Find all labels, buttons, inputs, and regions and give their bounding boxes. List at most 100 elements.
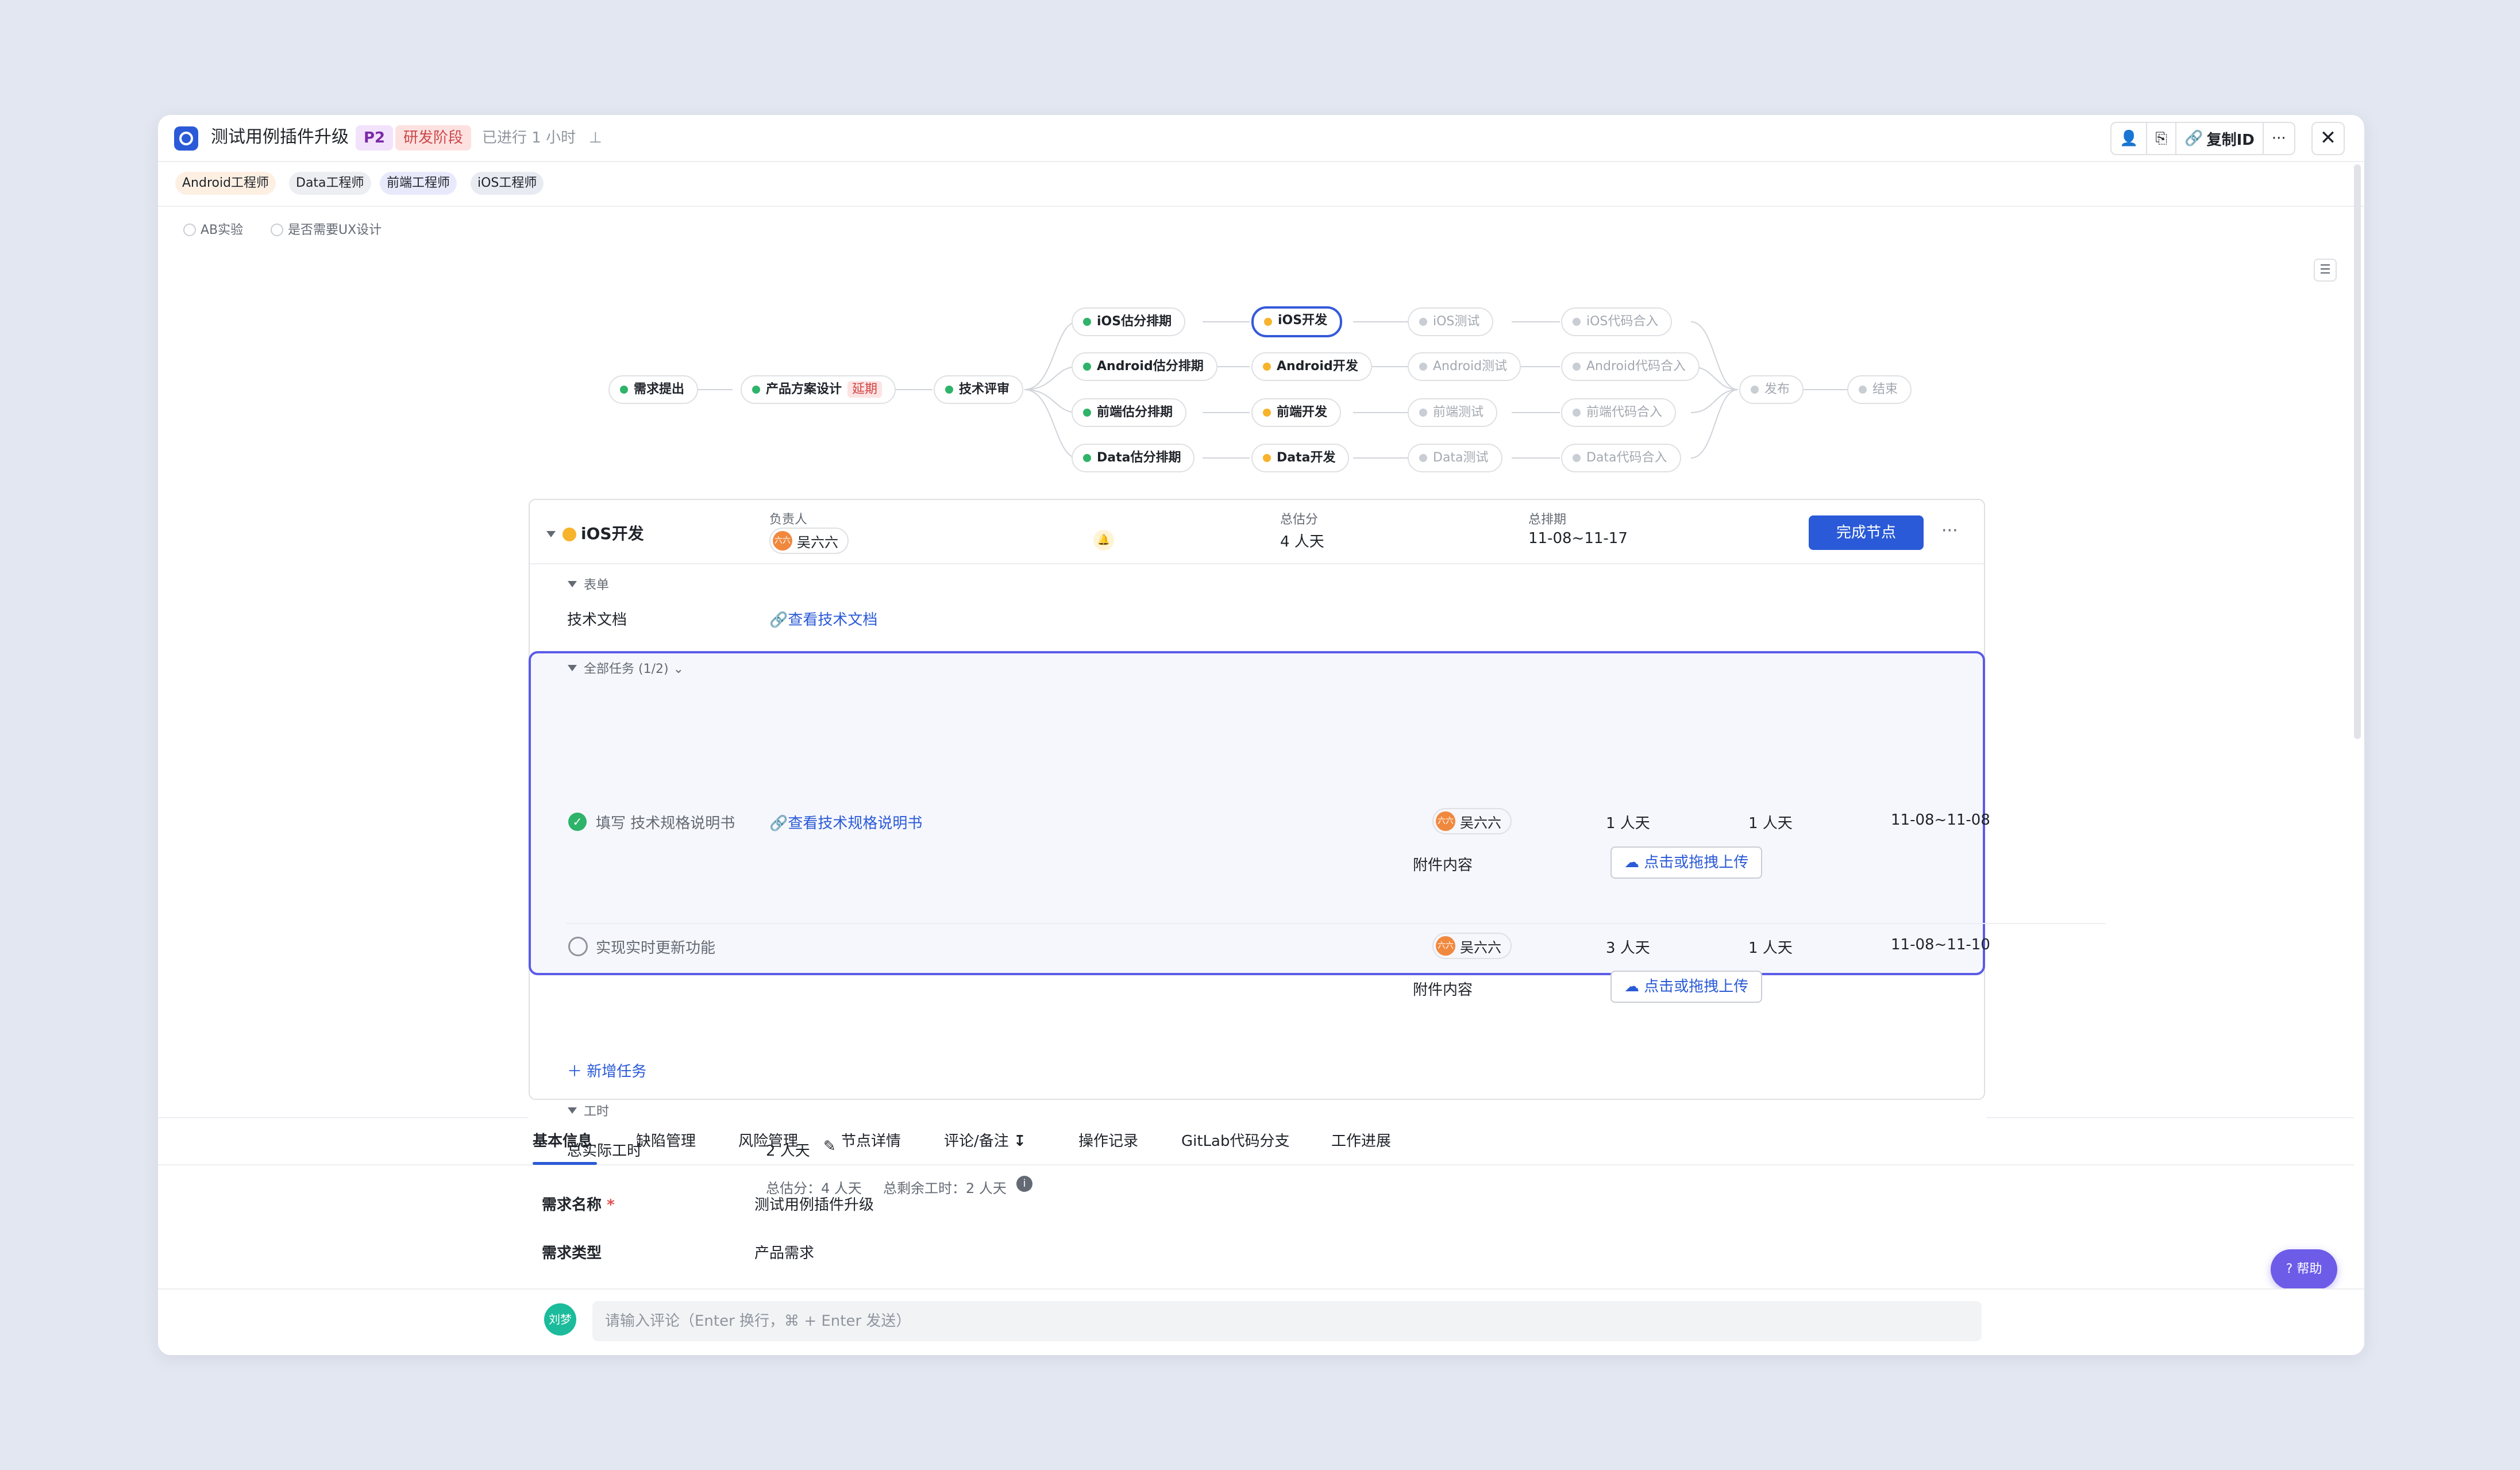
status-dot: [562, 528, 576, 541]
field-label: 需求名称: [542, 1196, 602, 1214]
flow-node-android-estimate[interactable]: Android估分排期: [1072, 352, 1217, 381]
task-owner-chip[interactable]: 六六 吴六六: [1432, 933, 1512, 959]
flow-node-data-merge[interactable]: Data代码合入: [1561, 444, 1681, 472]
node-more-button[interactable]: ···: [1941, 521, 1958, 541]
task-todo-check-icon[interactable]: [568, 937, 588, 956]
flow-node-frontend-estimate[interactable]: 前端估分排期: [1072, 398, 1187, 427]
tab-gitlab-branch[interactable]: GitLab代码分支: [1181, 1129, 1290, 1154]
complete-node-button[interactable]: 完成节点: [1809, 515, 1924, 550]
upload-button[interactable]: ☁ 点击或拖拽上传: [1610, 971, 1763, 1003]
comment-input[interactable]: 请输入评论（Enter 换行，⌘ + Enter 发送）: [592, 1301, 1982, 1341]
flow-node-ios-merge[interactable]: iOS代码合入: [1561, 307, 1673, 336]
tech-doc-link[interactable]: 🔗查看技术文档: [769, 608, 877, 629]
tab-comments-label: 评论/备注: [944, 1133, 1009, 1150]
flow-node-data-estimate[interactable]: Data估分排期: [1072, 444, 1195, 472]
owner-chip[interactable]: 六六 吴六六: [769, 528, 849, 554]
user-avatar: 刘梦: [544, 1303, 576, 1336]
status-bell-icon[interactable]: 🔔: [1093, 530, 1114, 551]
plus-icon: ＋: [567, 1063, 583, 1080]
required-mark: *: [607, 1196, 615, 1214]
info-icon[interactable]: i: [1016, 1176, 1032, 1192]
flow-node-data-test[interactable]: Data测试: [1408, 444, 1502, 472]
chevron-down-icon: ⌄: [673, 662, 684, 676]
help-button[interactable]: ? 帮助: [2271, 1249, 2337, 1290]
flow-node-tech-review[interactable]: 技术评审: [934, 375, 1024, 404]
task-actual: 1 人天: [1748, 815, 1793, 832]
upload-label: 点击或拖拽上传: [1644, 854, 1749, 871]
task-actual: 1 人天: [1748, 940, 1793, 957]
tab-defects[interactable]: 缺陷管理: [636, 1129, 696, 1154]
tab-risks[interactable]: 风险管理: [738, 1129, 798, 1154]
task-owner-chip[interactable]: 六六 吴六六: [1432, 808, 1512, 834]
scrollbar[interactable]: [2354, 164, 2361, 739]
caret-icon: [568, 665, 577, 671]
tab-node-details[interactable]: 节点详情: [841, 1129, 901, 1154]
task-title[interactable]: 实现实时更新功能: [596, 936, 715, 957]
cloud-upload-icon: ☁: [1624, 854, 1639, 871]
tech-doc-link-text: 查看技术文档: [788, 611, 878, 629]
tab-progress[interactable]: 工作进展: [1331, 1129, 1391, 1154]
tasks-section-toggle[interactable]: 全部任务 (1/2) ⌄: [568, 659, 684, 677]
task-date-range: 11-08~11-10: [1891, 936, 1990, 953]
panel-divider: [530, 563, 1984, 564]
flow-node-release[interactable]: 发布: [1739, 375, 1804, 404]
task-spec-link[interactable]: 🔗查看技术规格说明书: [769, 811, 922, 833]
right-divider: [1986, 1117, 2354, 1118]
caret-icon: [568, 1107, 577, 1114]
hours-section-label: 工时: [584, 1105, 610, 1119]
add-task-label: 新增任务: [587, 1063, 647, 1080]
flow-node-android-test[interactable]: Android测试: [1408, 352, 1521, 381]
field-value-name[interactable]: 测试用例插件升级: [754, 1193, 874, 1214]
task-done-check-icon[interactable]: ✓: [568, 813, 587, 831]
upload-label: 点击或拖拽上传: [1644, 978, 1749, 995]
tasks-section-label: 全部任务 (1/2): [584, 662, 669, 676]
flow-node-data-dev[interactable]: Data开发: [1251, 444, 1350, 472]
flow-node-android-dev[interactable]: Android开发: [1251, 352, 1372, 381]
upload-button[interactable]: ☁ 点击或拖拽上传: [1610, 846, 1763, 879]
field-value-type[interactable]: 产品需求: [754, 1241, 814, 1263]
form-section-label: 表单: [584, 578, 610, 592]
flow-node-frontend-test[interactable]: 前端测试: [1408, 398, 1498, 427]
hours-section-toggle[interactable]: 工时: [568, 1101, 609, 1119]
avatar: 六六: [1436, 811, 1455, 831]
help-label: 帮助: [2296, 1262, 2322, 1276]
field-label-type: 需求类型: [542, 1245, 602, 1262]
flow-node-label: 产品方案设计: [766, 382, 842, 397]
avatar: 六六: [1436, 936, 1455, 956]
flow-node-end[interactable]: 结束: [1847, 375, 1912, 404]
flow-node-product-design[interactable]: 产品方案设计 延期: [741, 375, 896, 404]
estimate-value: 4 人天: [1280, 533, 1324, 551]
add-task-button[interactable]: ＋ 新增任务: [567, 1060, 646, 1081]
collapse-caret-icon[interactable]: [546, 531, 556, 537]
tab-comments[interactable]: 评论/备注 ↧: [944, 1129, 1026, 1154]
task-owner-name: 吴六六: [1460, 814, 1501, 831]
late-badge: 延期: [847, 381, 883, 398]
caret-icon: [568, 581, 577, 587]
flow-node-requirement[interactable]: 需求提出: [608, 375, 699, 404]
flow-node-ios-dev[interactable]: iOS开发: [1251, 306, 1343, 337]
form-section-toggle[interactable]: 表单: [568, 575, 609, 593]
help-icon: ?: [2286, 1262, 2293, 1276]
task-estimate: 1 人天: [1606, 815, 1650, 832]
node-detail-title[interactable]: iOS开发: [546, 524, 644, 544]
task-estimate: 3 人天: [1606, 940, 1650, 957]
flow-node-android-merge[interactable]: Android代码合入: [1561, 352, 1700, 381]
avatar: 六六: [773, 531, 792, 551]
flow-node-ios-estimate[interactable]: iOS估分排期: [1072, 307, 1186, 336]
tab-operation-log[interactable]: 操作记录: [1078, 1129, 1138, 1154]
flow-node-frontend-merge[interactable]: 前端代码合入: [1561, 398, 1677, 427]
tab-basic-info[interactable]: 基本信息: [533, 1129, 592, 1154]
owner-label: 负责人: [769, 513, 808, 527]
task-spec-link-text: 查看技术规格说明书: [788, 815, 923, 832]
estimate-label: 总估分: [1280, 513, 1319, 527]
task-date-range: 11-08~11-08: [1891, 811, 1990, 829]
flow-node-ios-test[interactable]: iOS测试: [1408, 307, 1494, 336]
requirement-window: 测试用例插件升级 P2 研发阶段 已进行 1 小时 ⊥ 👤 ⎘ 🔗 复制ID ··…: [158, 115, 2364, 1355]
tabs-divider: [158, 1164, 2354, 1165]
owner-name: 吴六六: [797, 534, 838, 551]
node-name: iOS开发: [581, 524, 644, 543]
task-title[interactable]: 填写 技术规格说明书: [596, 811, 735, 833]
attachment-label: 附件内容: [1413, 982, 1473, 999]
edit-pencil-icon[interactable]: ✎: [823, 1138, 836, 1155]
flow-node-frontend-dev[interactable]: 前端开发: [1251, 398, 1342, 427]
